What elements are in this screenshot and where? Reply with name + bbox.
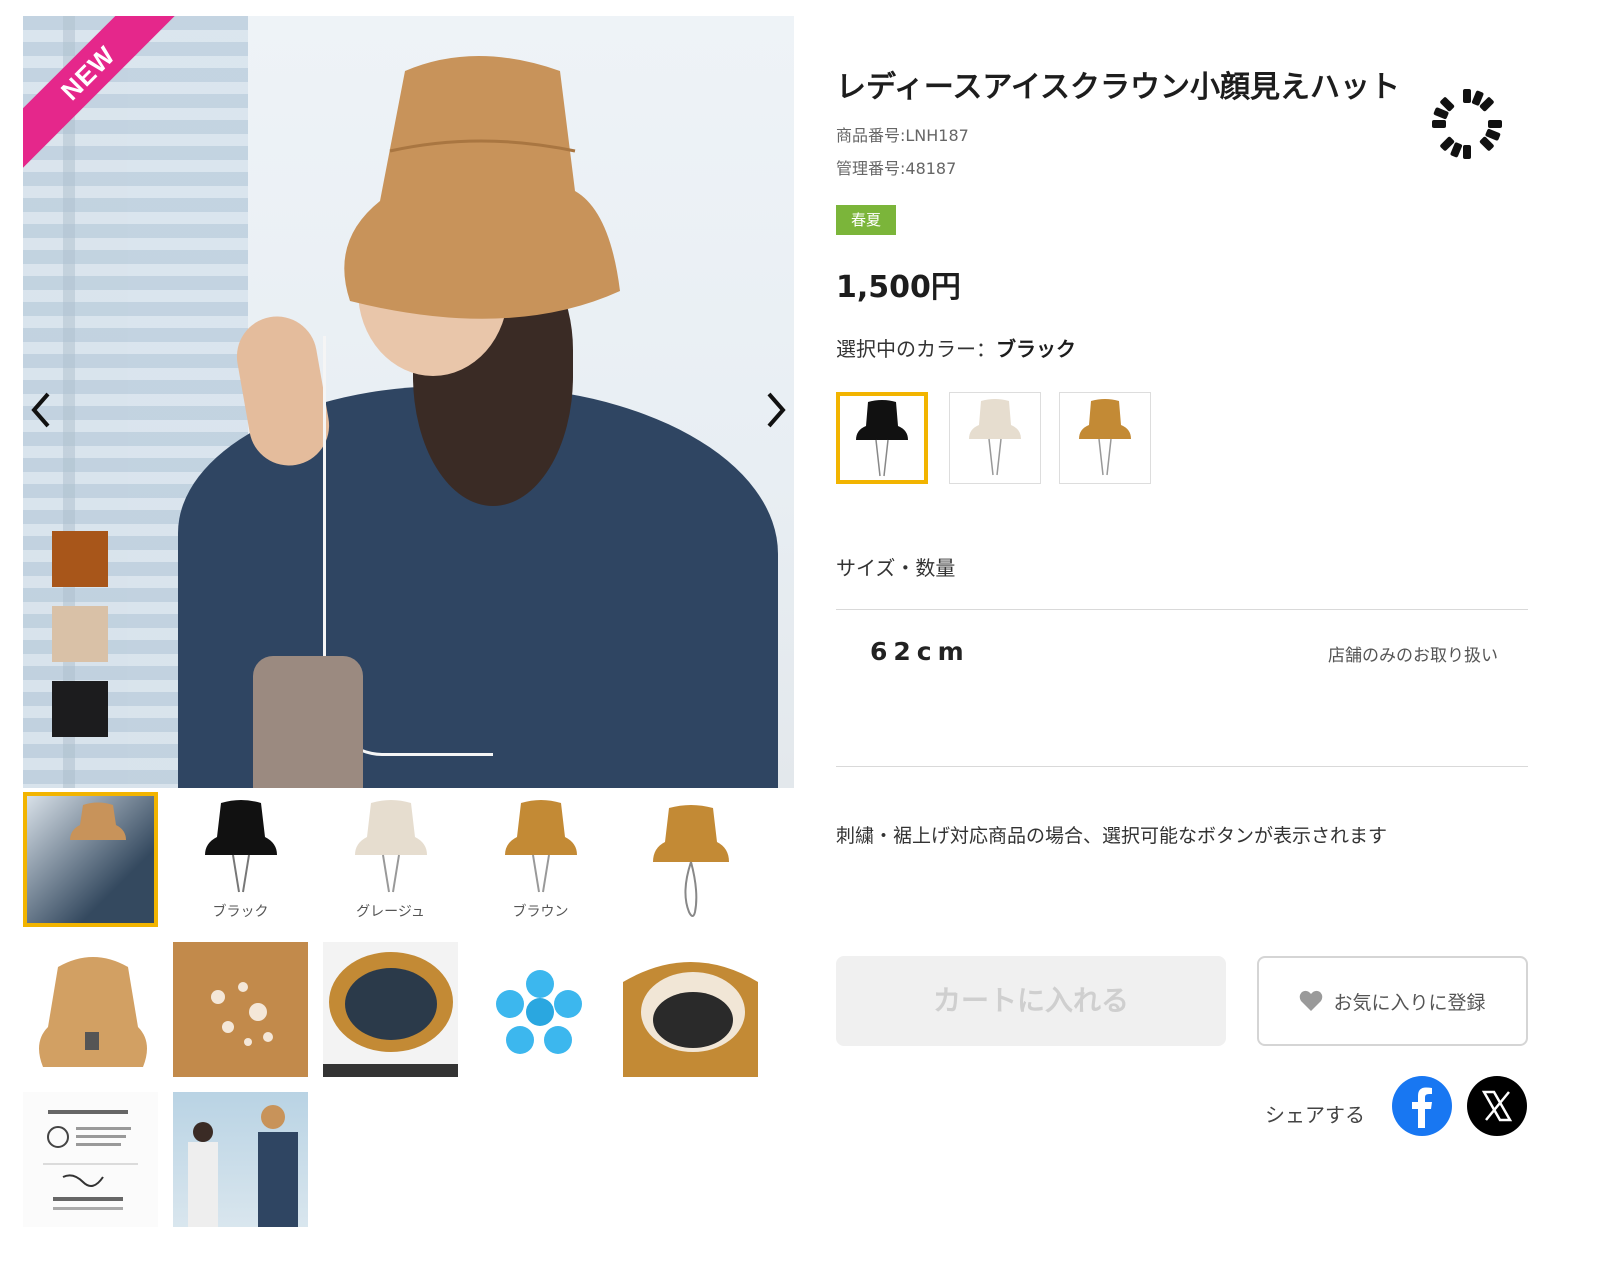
shoulder-bag: [253, 656, 363, 788]
hat-inside-icon: [323, 952, 458, 1077]
size-value: 62cm: [870, 637, 970, 666]
thumbnail-black-hat[interactable]: ブラック: [173, 792, 308, 927]
brown-hat-icon: [653, 805, 729, 917]
black-hat-icon: [856, 400, 908, 477]
thumbnail-label: グレージュ: [356, 904, 425, 920]
greige-hat-icon: [969, 399, 1021, 476]
x-logo-icon: [1481, 1090, 1513, 1122]
chevron-right-icon: [767, 392, 786, 428]
product-title: レディースアイスクラウン小顔見えハット: [836, 70, 1400, 105]
brown-hat-icon: [505, 800, 577, 893]
thumbnail-label: ブラウン: [512, 904, 569, 920]
size-quantity-label: サイズ・数量: [836, 556, 956, 580]
product-price: 1,500円: [836, 270, 961, 305]
selected-color-prefix: 選択中のカラー：: [836, 337, 996, 361]
color-option-black[interactable]: [836, 392, 928, 484]
thumbnail-brown-hat-side[interactable]: [623, 792, 758, 927]
x-share-button[interactable]: [1467, 1076, 1527, 1136]
model-street-icon: [188, 1105, 298, 1227]
chevron-left-icon: [31, 392, 50, 428]
season-badge: 春夏: [836, 205, 896, 235]
selected-color-value: ブラック: [996, 337, 1076, 361]
thumbnail-model-street[interactable]: [173, 1092, 308, 1227]
thumbnail-water-repellent[interactable]: [173, 942, 308, 1077]
store-only-notice: 店舗のみのお取り扱い: [1328, 646, 1498, 666]
add-to-cart-button[interactable]: カートに入れる: [836, 956, 1226, 1046]
thumbnail-feature-info[interactable]: [23, 1092, 158, 1227]
divider: [836, 766, 1528, 767]
thumbnail-ice-pocket[interactable]: [323, 942, 458, 1077]
thumbnail-model[interactable]: [23, 792, 158, 927]
next-image-button[interactable]: [761, 388, 791, 432]
favorite-button-label: お気に入りに登録: [1333, 991, 1486, 1014]
customization-note: 刺繍・裾上げ対応商品の場合、選択可能なボタンが表示されます: [836, 825, 1388, 847]
divider: [836, 609, 1528, 610]
color-chip-greige: [52, 606, 108, 662]
thumbnail-label: ブラック: [212, 904, 269, 920]
thumbnail-brown-hat[interactable]: ブラウン: [473, 792, 608, 927]
add-to-favorites-button[interactable]: お気に入りに登録: [1257, 956, 1528, 1046]
previous-image-button[interactable]: [26, 388, 56, 432]
thumbnail-greige-hat[interactable]: グレージュ: [323, 792, 458, 927]
share-label: シェアする: [1265, 1103, 1365, 1127]
brown-hat-icon: [1079, 399, 1131, 476]
black-hat-icon: [205, 800, 277, 893]
heart-icon: [1300, 990, 1323, 1011]
bucket-hat-icon: [70, 802, 126, 840]
ice-pack-icon: [496, 970, 582, 1054]
bucket-hat: [344, 56, 620, 319]
main-product-image: NEW: [23, 16, 794, 788]
hat-inner-icon: [623, 962, 758, 1077]
thumbnail-hat-back[interactable]: [23, 942, 158, 1077]
color-chip-brown: [52, 531, 108, 587]
color-option-brown[interactable]: [1059, 392, 1151, 484]
product-number: 商品番号:LNH187: [836, 126, 969, 145]
thumbnail-ice-pack[interactable]: [473, 942, 608, 1077]
greige-hat-icon: [355, 800, 427, 893]
color-option-greige[interactable]: [949, 392, 1041, 484]
color-chip-black: [52, 681, 108, 737]
feature-info-icon: [43, 1110, 138, 1210]
hat-back-icon: [39, 957, 147, 1067]
water-drops-icon: [211, 982, 273, 1046]
management-number: 管理番号:48187: [836, 159, 957, 178]
facebook-share-button[interactable]: [1392, 1076, 1452, 1136]
thumbnail-hat-inner[interactable]: [623, 942, 758, 1077]
selected-color-label: 選択中のカラー：ブラック: [836, 333, 1076, 362]
loading-spinner-icon: [1432, 89, 1502, 159]
facebook-icon: [1412, 1087, 1432, 1128]
